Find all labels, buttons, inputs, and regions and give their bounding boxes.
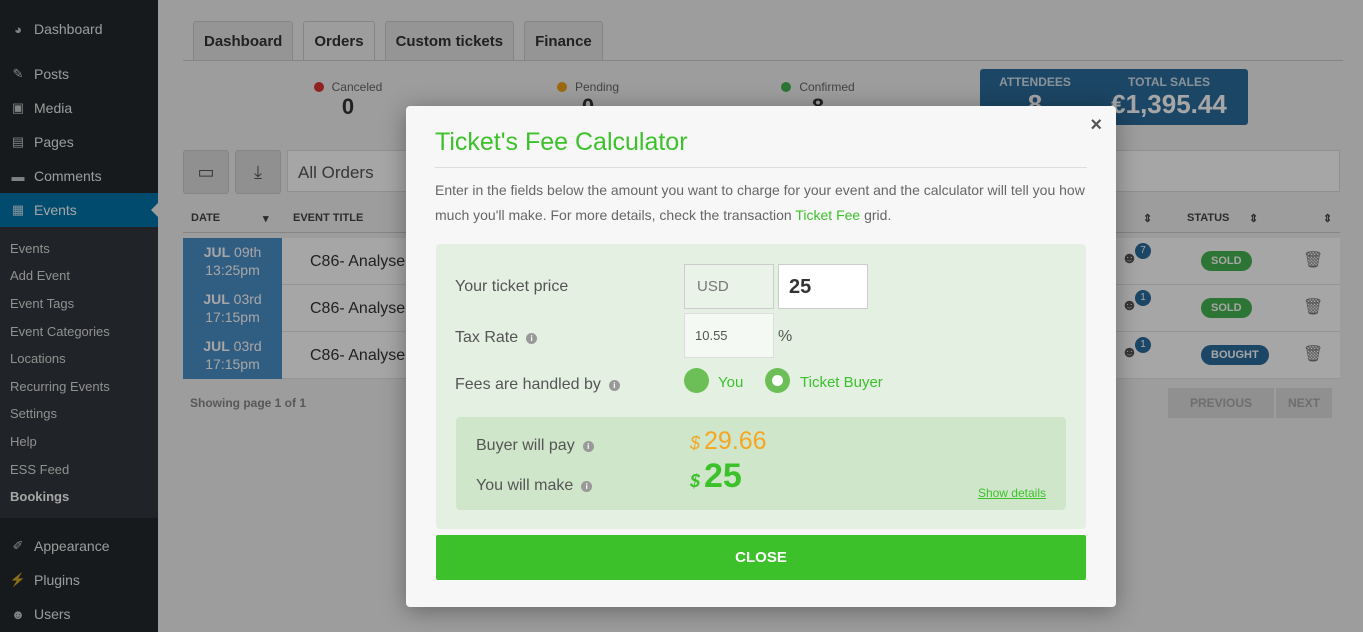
buyer-pays-label-text: Buyer will pay: [476, 437, 575, 454]
close-button[interactable]: CLOSE: [436, 535, 1086, 580]
buyer-pays-value: $29.66: [690, 427, 767, 456]
ticket-price-label-text: Your ticket price: [455, 278, 569, 295]
radio-ticket-buyer[interactable]: [765, 368, 790, 393]
percent-sign: %: [778, 328, 793, 345]
radio-you-label[interactable]: You: [718, 374, 743, 391]
currency-symbol: $: [690, 433, 701, 453]
info-icon[interactable]: i: [582, 441, 594, 452]
ticket-fee-link[interactable]: Ticket Fee: [795, 207, 860, 223]
currency-symbol: $: [690, 471, 701, 491]
radio-ticket-buyer-label[interactable]: Ticket Buyer: [800, 374, 883, 391]
you-make-amount: 25: [704, 457, 742, 495]
result-panel: Buyer will pay i $29.66 You will make i $2…: [456, 417, 1066, 510]
ticket-price-input[interactable]: 25: [778, 264, 868, 309]
currency-field[interactable]: USD: [684, 264, 774, 309]
description-text: Enter in the fields below the amount you…: [435, 182, 1085, 223]
buyer-pays-label: Buyer will pay i: [476, 437, 594, 455]
ticket-price-label: Your ticket price: [455, 278, 568, 296]
title-divider: [435, 167, 1087, 168]
tax-rate-label-text: Tax Rate: [455, 329, 519, 346]
buyer-pays-amount: 29.66: [704, 427, 767, 455]
info-icon[interactable]: i: [608, 380, 620, 391]
tax-rate-input[interactable]: 10.55: [684, 313, 774, 358]
you-make-label-text: You will make: [476, 477, 574, 494]
fee-calculator-modal: Ticket's Fee Calculator × Enter in the f…: [406, 106, 1116, 607]
modal-description: Enter in the fields below the amount you…: [435, 178, 1095, 228]
fees-handled-label: Fees are handled by i: [455, 376, 620, 394]
calculator-panel: Your ticket price USD 25 Tax Rate i 10.55…: [436, 244, 1086, 529]
show-details-link[interactable]: Show details: [978, 486, 1046, 500]
you-make-value: $25: [690, 457, 742, 496]
modal-title: Ticket's Fee Calculator: [435, 128, 688, 156]
info-icon[interactable]: i: [526, 333, 538, 344]
info-icon[interactable]: i: [581, 481, 593, 492]
you-make-label: You will make i: [476, 477, 593, 495]
tax-rate-label: Tax Rate i: [455, 329, 538, 347]
description-text-end: grid.: [860, 207, 892, 223]
close-icon[interactable]: ×: [1090, 114, 1102, 137]
fees-handled-label-text: Fees are handled by: [455, 376, 601, 393]
radio-you[interactable]: [684, 368, 709, 393]
